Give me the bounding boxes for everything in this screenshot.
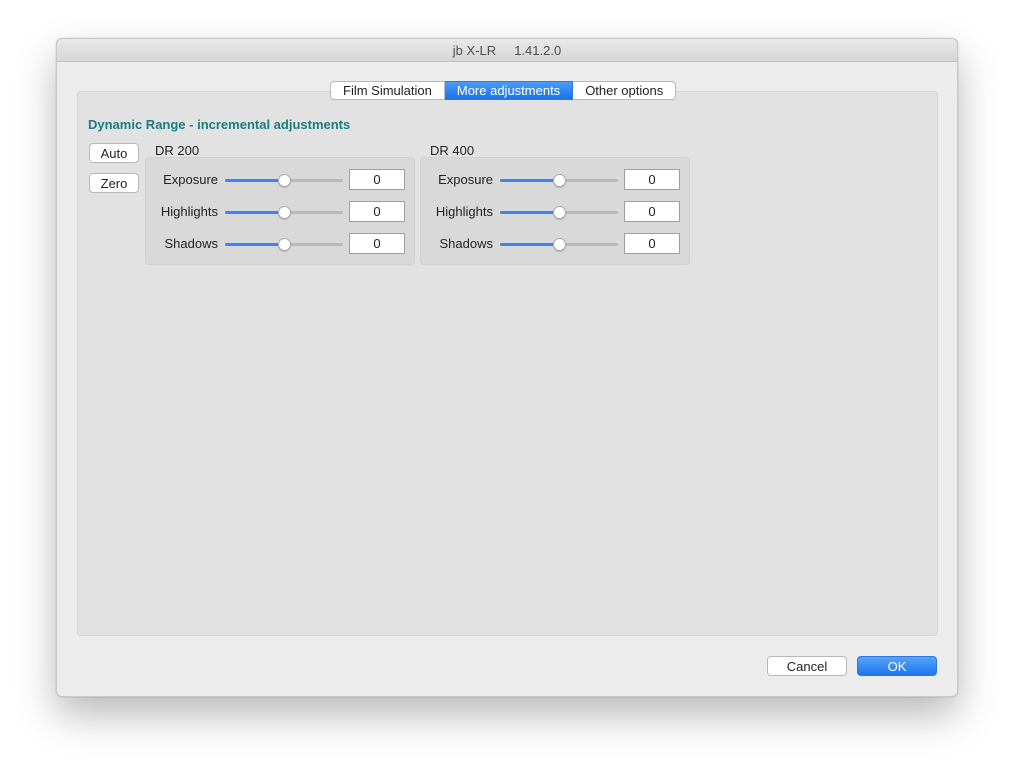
- tab-more-adjustments[interactable]: More adjustments: [444, 81, 574, 100]
- slider-fill: [225, 211, 284, 214]
- row-label: Shadows: [439, 236, 493, 251]
- section-title: Dynamic Range - incremental adjustments: [88, 117, 351, 132]
- row-label: Highlights: [435, 204, 493, 219]
- window-title: jb X-LR 1.41.2.0: [57, 39, 957, 62]
- exposure-input[interactable]: 0: [624, 169, 680, 190]
- group-dr200: Exposure 0 Highlights 0 Shadows 0: [145, 157, 415, 265]
- row-exposure: Exposure 0: [421, 168, 689, 192]
- group-label-dr400: DR 400: [430, 143, 475, 158]
- shadows-input[interactable]: 0: [624, 233, 680, 254]
- row-label: Exposure: [163, 172, 218, 187]
- exposure-input[interactable]: 0: [349, 169, 405, 190]
- slider-knob[interactable]: [552, 206, 566, 219]
- ok-button[interactable]: OK: [857, 656, 937, 676]
- row-shadows: Shadows 0: [146, 232, 414, 256]
- tab-film-simulation[interactable]: Film Simulation: [330, 81, 445, 100]
- zero-button[interactable]: Zero: [89, 173, 139, 193]
- row-label: Highlights: [160, 204, 218, 219]
- slider-fill: [225, 179, 284, 182]
- highlights-slider[interactable]: [225, 206, 343, 219]
- slider-knob[interactable]: [277, 206, 291, 219]
- row-label: Shadows: [164, 236, 218, 251]
- slider-fill: [500, 243, 559, 246]
- tab-content-panel: Dynamic Range - incremental adjustments …: [77, 91, 938, 636]
- dialog-window: jb X-LR 1.41.2.0 Film Simulation More ad…: [56, 38, 958, 697]
- highlights-input[interactable]: 0: [349, 201, 405, 222]
- shadows-slider[interactable]: [225, 238, 343, 251]
- group-label-dr200: DR 200: [155, 143, 200, 158]
- group-dr400: Exposure 0 Highlights 0 Shadows 0: [420, 157, 690, 265]
- slider-fill: [500, 179, 559, 182]
- slider-fill: [500, 211, 559, 214]
- tab-bar: Film Simulation More adjustments Other o…: [330, 81, 677, 100]
- exposure-slider[interactable]: [225, 174, 343, 187]
- slider-knob[interactable]: [552, 174, 566, 187]
- exposure-slider[interactable]: [500, 174, 618, 187]
- shadows-input[interactable]: 0: [349, 233, 405, 254]
- slider-fill: [225, 243, 284, 246]
- slider-knob[interactable]: [277, 174, 291, 187]
- row-exposure: Exposure 0: [146, 168, 414, 192]
- auto-button[interactable]: Auto: [89, 143, 139, 163]
- tab-other-options[interactable]: Other options: [573, 81, 677, 100]
- slider-knob[interactable]: [277, 238, 291, 251]
- highlights-slider[interactable]: [500, 206, 618, 219]
- highlights-input[interactable]: 0: [624, 201, 680, 222]
- row-label: Exposure: [438, 172, 493, 187]
- shadows-slider[interactable]: [500, 238, 618, 251]
- slider-knob[interactable]: [552, 238, 566, 251]
- cancel-button[interactable]: Cancel: [767, 656, 847, 676]
- row-shadows: Shadows 0: [421, 232, 689, 256]
- row-highlights: Highlights 0: [146, 200, 414, 224]
- row-highlights: Highlights 0: [421, 200, 689, 224]
